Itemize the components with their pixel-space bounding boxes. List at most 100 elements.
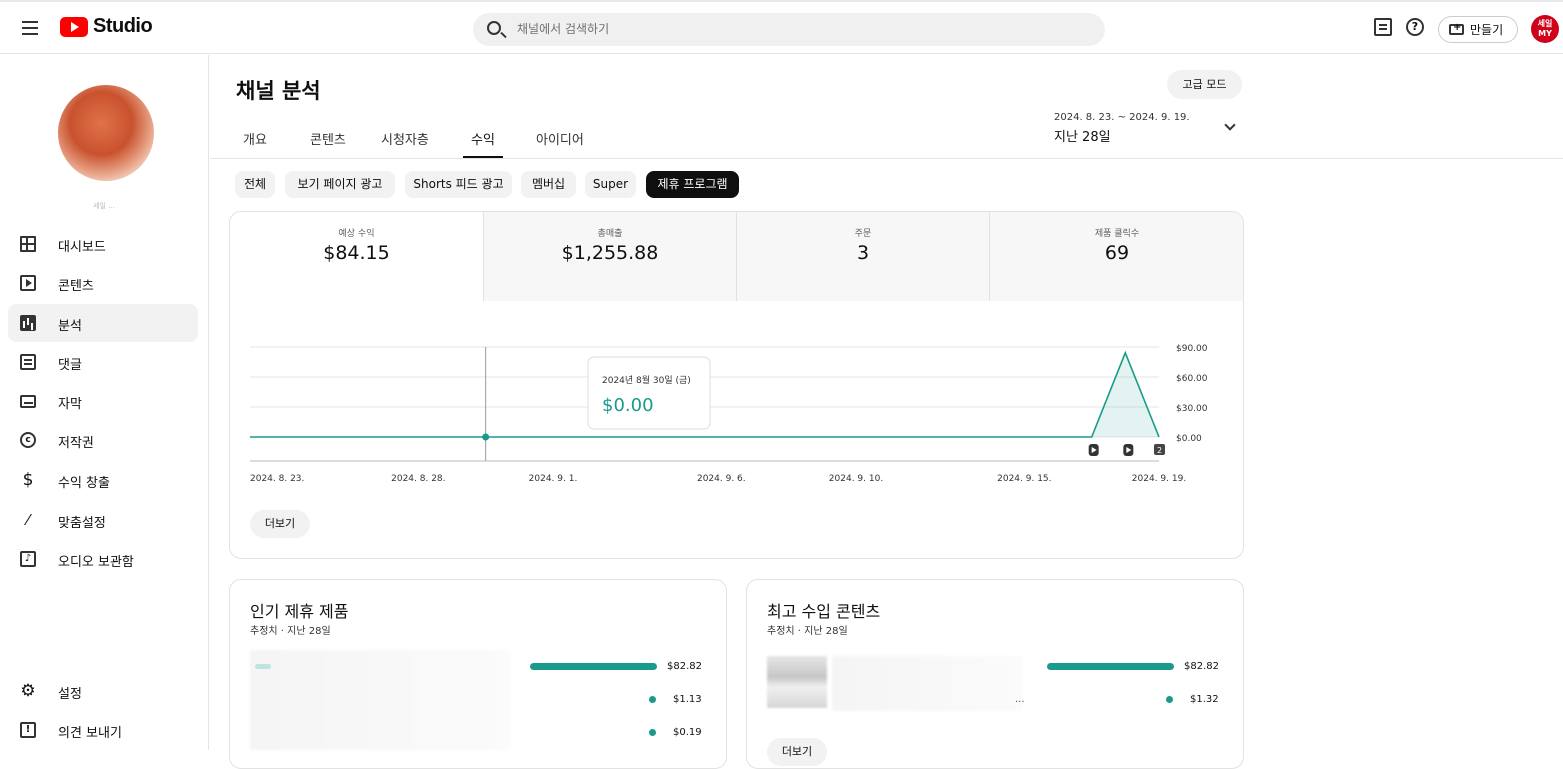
metric-orders[interactable]: 주문 3 <box>737 212 989 301</box>
y-tick-label: $0.00 <box>1176 434 1202 444</box>
sidebar-item-label: 저작권 <box>58 436 94 451</box>
top-bar: Studio ? 만들기 세일 MY <box>0 0 1563 54</box>
metric-gross-revenue[interactable]: 총매출 $1,255.88 <box>484 212 736 301</box>
chip-shorts-feed-ads[interactable]: Shorts 피드 광고 <box>405 171 512 198</box>
sidebar: 세일 ... 대시보드 콘텐츠 분석 댓글 자막 c 저작권 $ 수익 창출 ⁄… <box>0 55 209 750</box>
chevron-down-icon[interactable] <box>1224 119 1236 131</box>
dollar-icon: $ <box>22 470 34 490</box>
sidebar-item-audio-library[interactable]: ♪ 오디오 보관함 <box>8 540 198 578</box>
x-tick-label: 2024. 8. 28. <box>391 474 445 484</box>
create-label: 만들기 <box>1470 23 1504 37</box>
product-value: $82.82 <box>667 661 702 672</box>
date-range-text[interactable]: 2024. 8. 23. ~ 2024. 9. 19. <box>1054 112 1190 123</box>
sidebar-item-comments[interactable]: 댓글 <box>8 343 198 381</box>
chart-more-button[interactable]: 더보기 <box>250 510 310 538</box>
sidebar-item-label: 설정 <box>58 687 82 702</box>
y-tick-label: $90.00 <box>1176 344 1208 354</box>
sidebar-item-label: 댓글 <box>58 358 82 373</box>
sidebar-item-copyright[interactable]: c 저작권 <box>8 421 198 459</box>
analytics-icon <box>20 315 36 331</box>
tab-audience[interactable]: 시청자층 <box>381 129 429 148</box>
metric-label: 총매출 <box>597 229 623 239</box>
search-icon[interactable] <box>487 21 501 35</box>
metric-label: 예상 수익 <box>338 229 375 239</box>
sidebar-item-dashboard[interactable]: 대시보드 <box>8 225 198 263</box>
content-value: $1.32 <box>1190 694 1219 705</box>
product-value: $0.19 <box>673 727 702 738</box>
metric-value: 3 <box>856 242 870 264</box>
sidebar-item-analytics[interactable]: 분석 <box>8 304 198 342</box>
studio-logo[interactable]: Studio <box>60 15 153 38</box>
youtube-play-icon <box>60 16 88 37</box>
content-value: $82.82 <box>1184 661 1219 672</box>
sidebar-item-customization[interactable]: ⁄ 맞춤설정 <box>8 501 198 539</box>
metric-value: 69 <box>1104 242 1130 264</box>
metric-value: $1,255.88 <box>561 242 659 264</box>
product-dot <box>649 696 656 703</box>
sidebar-item-content[interactable]: 콘텐츠 <box>8 264 198 302</box>
advanced-mode-button[interactable]: 고급 모드 <box>1167 70 1242 99</box>
tooltip-date: 2024년 8월 30일 (금) <box>602 374 691 386</box>
sidebar-item-feedback[interactable]: ! 의견 보내기 <box>8 711 198 749</box>
metric-product-clicks[interactable]: 제품 클릭수 69 <box>990 212 1243 301</box>
messages-icon[interactable] <box>1374 18 1392 36</box>
create-video-icon <box>1449 22 1464 35</box>
hover-point <box>482 433 490 441</box>
channel-avatar[interactable] <box>58 85 154 181</box>
product-dot <box>649 729 656 736</box>
content-thumbnail[interactable] <box>767 656 827 708</box>
sidebar-item-label: 대시보드 <box>58 240 106 255</box>
sidebar-item-label: 수익 창출 <box>58 476 110 491</box>
date-range-label[interactable]: 지난 28일 <box>1054 126 1111 145</box>
metric-value: $84.15 <box>323 242 390 264</box>
content-ellipsis: ... <box>1015 694 1025 705</box>
y-tick-label: $30.00 <box>1176 404 1208 414</box>
x-tick-label: 2024. 8. 23. <box>250 474 304 484</box>
metric-label: 제품 클릭수 <box>1094 229 1140 239</box>
chip-watch-page-ads[interactable]: 보기 페이지 광고 <box>285 171 395 198</box>
tab-content[interactable]: 콘텐츠 <box>310 129 346 148</box>
tab-revenue[interactable]: 수익 <box>471 129 495 148</box>
y-tick-label: $60.00 <box>1176 374 1208 384</box>
subtitles-icon <box>20 395 36 408</box>
chip-all[interactable]: 전체 <box>235 171 275 198</box>
content-more-button[interactable]: 더보기 <box>767 738 827 766</box>
sidebar-item-label: 의견 보내기 <box>58 726 122 741</box>
menu-icon[interactable] <box>18 16 42 40</box>
product-thumbnail[interactable] <box>250 650 510 750</box>
dashboard-icon <box>20 236 36 252</box>
feedback-icon: ! <box>20 722 36 738</box>
x-tick-label: 2024. 9. 19. <box>1132 474 1186 484</box>
sidebar-item-monetization[interactable]: $ 수익 창출 <box>8 461 198 499</box>
copyright-icon: c <box>20 432 36 448</box>
metric-estimated-revenue[interactable]: 예상 수익 $84.15 <box>230 212 483 301</box>
chip-membership[interactable]: 멤버십 <box>521 171 576 198</box>
content-bar <box>1047 663 1174 670</box>
sidebar-item-label: 맞춤설정 <box>58 516 106 531</box>
sidebar-item-label: 분석 <box>58 319 82 334</box>
product-bar <box>530 663 657 670</box>
search-bar[interactable] <box>473 13 1105 46</box>
create-button[interactable]: 만들기 <box>1438 16 1518 43</box>
comments-icon <box>20 354 36 370</box>
revenue-chart[interactable]: $90.00 $60.00 $30.00 $0.00 2024년 8월 30일 (금) $… <box>230 332 1243 532</box>
tooltip-value: $0.00 <box>602 395 654 416</box>
help-icon[interactable]: ? <box>1406 18 1424 36</box>
top-content-title: 최고 수입 콘텐츠 <box>767 602 881 621</box>
top-content-card: 최고 수입 콘텐츠 추정치 · 지난 28일 ... $82.82 $1.32 … <box>746 579 1244 769</box>
search-input[interactable] <box>517 19 1077 39</box>
account-avatar[interactable]: 세일 MY <box>1531 15 1559 43</box>
chip-super[interactable]: Super <box>585 171 636 198</box>
sidebar-item-settings[interactable]: ⚙ 설정 <box>8 672 198 710</box>
sidebar-item-subtitles[interactable]: 자막 <box>8 382 198 420</box>
x-tick-label: 2024. 9. 15. <box>997 474 1051 484</box>
audio-library-icon: ♪ <box>20 551 36 567</box>
tab-ideas[interactable]: 아이디어 <box>536 129 584 148</box>
sidebar-item-label: 오디오 보관함 <box>58 555 134 570</box>
marker-count-text: 2 <box>1157 446 1162 455</box>
tab-overview[interactable]: 개요 <box>243 129 267 148</box>
content-title-blurred[interactable] <box>832 656 1022 711</box>
chip-affiliate-program[interactable]: 제휴 프로그램 <box>646 171 739 198</box>
content-dot <box>1166 696 1173 703</box>
top-products-title: 인기 제휴 제품 <box>250 602 349 621</box>
